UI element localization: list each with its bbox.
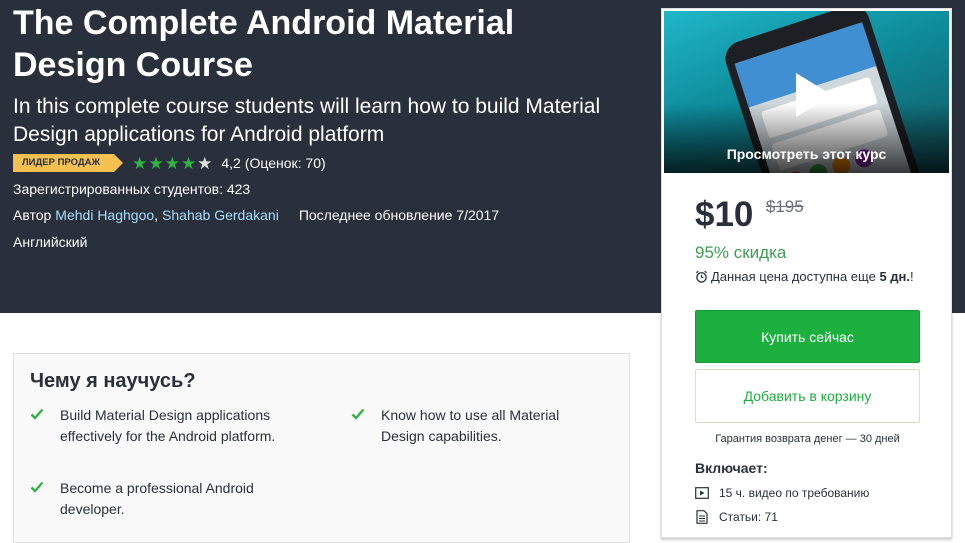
deadline-text: Данная цена доступна еще — [711, 269, 876, 284]
bestseller-badge: ЛИДЕР ПРОДАЖ — [13, 154, 124, 172]
price-block: $10 $195 — [695, 195, 804, 235]
star-icon: ★ — [180, 153, 197, 173]
learn-item: Build Material Design applications effec… — [30, 405, 300, 447]
money-back-guarantee: Гарантия возврата денег — 30 дней — [715, 433, 900, 445]
play-icon[interactable] — [784, 69, 836, 121]
course-subtitle: In this complete course students will le… — [13, 95, 601, 146]
learn-title: Чему я научусь? — [30, 370, 196, 392]
course-preview[interactable]: Просмотреть этот курс — [664, 11, 949, 173]
include-text: 15 ч. видео по требованию — [719, 486, 870, 500]
course-title: The Complete Android Material Design Cou… — [13, 4, 515, 84]
deadline-days: 5 дн. — [879, 269, 910, 284]
include-text: Статьи: 71 — [719, 510, 778, 524]
enrolled-students: Зарегистрированных студентов: 423 — [13, 181, 251, 197]
rating-row: ЛИДЕР ПРОДАЖ ★ ★ ★ ★ ★ 4,2 (Оценок: 70) — [13, 152, 330, 174]
deadline-end: ! — [910, 269, 914, 284]
course-language: Английский — [13, 234, 88, 250]
star-icon: ★ — [148, 153, 164, 173]
alarm-clock-icon — [695, 270, 708, 283]
author-link[interactable]: Shahab Gerdakani — [162, 207, 279, 223]
star-empty-icon: ★ — [197, 153, 213, 173]
includes-title: Включает: — [695, 460, 768, 476]
check-icon — [351, 405, 381, 447]
author-separator: , — [154, 207, 159, 223]
include-item: 15 ч. видео по требованию — [695, 486, 869, 500]
check-icon — [30, 405, 60, 447]
learn-item: Become a professional Android developer. — [30, 478, 300, 520]
authors-row: Автор Mehdi Haghgoo, Shahab Gerdakani По… — [13, 207, 499, 223]
star-icon: ★ — [164, 153, 180, 173]
rating-count: (Оценок: 70) — [244, 155, 326, 171]
author-label: Автор — [13, 207, 52, 223]
learn-item-text: Know how to use all Material Design capa… — [381, 407, 560, 444]
last-updated: Последнее обновление 7/2017 — [298, 207, 500, 223]
learn-item-text: Build Material Design applications effec… — [60, 407, 276, 444]
original-price: $195 — [765, 197, 804, 216]
price-deadline: Данная цена доступна еще 5 дн.! — [695, 267, 925, 287]
learn-item: Know how to use all Material Design capa… — [351, 405, 601, 447]
author-link[interactable]: Mehdi Haghgoo — [55, 207, 154, 223]
preview-course-label[interactable]: Просмотреть этот курс — [664, 146, 949, 162]
rating-summary[interactable]: 4,2 (Оценок: 70) — [221, 155, 329, 171]
discount-label: 95% скидка — [695, 243, 787, 262]
video-icon — [695, 487, 709, 499]
include-item: Статьи: 71 — [695, 510, 778, 524]
buy-now-button[interactable]: Купить сейчас — [695, 310, 920, 363]
rating-value: 4,2 — [221, 155, 241, 171]
learn-item-text: Become a professional Android developer. — [60, 480, 254, 517]
article-icon — [696, 510, 708, 524]
purchase-sidebar: Просмотреть этот курс $10 $195 95% скидк… — [661, 8, 952, 538]
check-icon — [30, 478, 60, 520]
current-price: $10 — [695, 195, 754, 234]
what-you-will-learn: Чему я научусь? Build Material Design ap… — [13, 353, 630, 543]
rating-stars: ★ ★ ★ ★ ★ — [132, 155, 213, 172]
star-icon: ★ — [132, 153, 148, 173]
add-to-cart-button[interactable]: Добавить в корзину — [695, 369, 920, 423]
